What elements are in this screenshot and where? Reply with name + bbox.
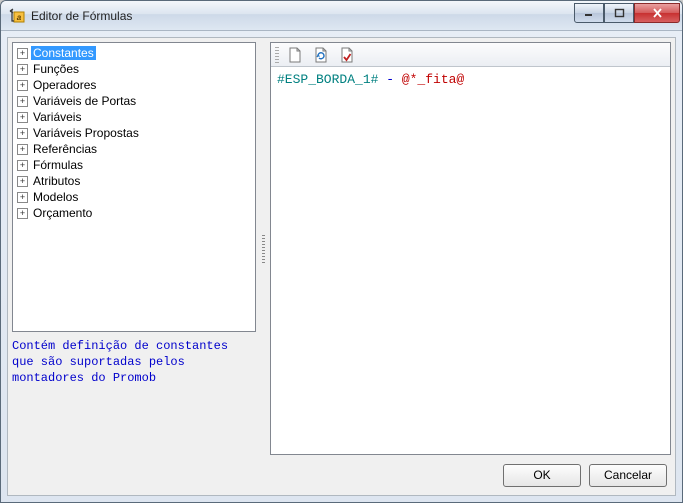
expand-icon[interactable]: + [17,144,28,155]
tree-item-label: Constantes [31,46,96,60]
editor-toolbar [271,43,670,67]
document-refresh-button[interactable] [311,45,331,65]
tree-item-label: Variáveis de Portas [31,94,138,108]
category-tree[interactable]: +Constantes+Funções+Operadores+Variáveis… [12,42,256,332]
expand-icon[interactable]: + [17,48,28,59]
formula-token: @*_fita@ [402,72,464,87]
formula-editor[interactable]: #ESP_BORDA_1# - @*_fita@ [271,67,670,454]
svg-text:a: a [17,13,22,22]
expand-icon[interactable]: + [17,176,28,187]
expand-icon[interactable]: + [17,160,28,171]
tree-item-label: Fórmulas [31,158,85,172]
close-button[interactable] [634,3,680,23]
expand-icon[interactable]: + [17,80,28,91]
expand-icon[interactable]: + [17,128,28,139]
window-title: Editor de Fórmulas [31,9,574,23]
splitter-grip-icon [262,235,265,263]
tree-item[interactable]: +Orçamento [17,205,251,221]
description-panel: Contém definição de constantes que são s… [12,336,256,455]
tree-item[interactable]: +Referências [17,141,251,157]
expand-icon[interactable]: + [17,96,28,107]
tree-item[interactable]: +Variáveis de Portas [17,93,251,109]
titlebar[interactable]: a Editor de Fórmulas [1,1,682,31]
dialog-buttons: OK Cancelar [12,455,671,491]
expand-icon[interactable]: + [17,64,28,75]
formula-token: #ESP_BORDA_1# [277,72,378,87]
expand-icon[interactable]: + [17,208,28,219]
formula-icon: a [9,8,25,24]
editor-panel: #ESP_BORDA_1# - @*_fita@ [270,42,671,455]
tree-item-label: Modelos [31,190,80,204]
tree-item[interactable]: +Variáveis [17,109,251,125]
expand-icon[interactable]: + [17,112,28,123]
tree-item-label: Orçamento [31,206,94,220]
tree-item-label: Funções [31,62,81,76]
tree-item-label: Atributos [31,174,82,188]
window-controls [574,3,680,23]
tree-item[interactable]: +Funções [17,61,251,77]
maximize-button[interactable] [604,3,634,23]
splitter[interactable] [260,42,266,455]
tree-item[interactable]: +Constantes [17,45,251,61]
formula-token: - [378,72,401,87]
editor-window: a Editor de Fórmulas +Constantes+Funções… [0,0,683,503]
left-panel: +Constantes+Funções+Operadores+Variáveis… [12,42,256,455]
tree-item[interactable]: +Variáveis Propostas [17,125,251,141]
tree-item[interactable]: +Fórmulas [17,157,251,173]
tree-item-label: Referências [31,142,99,156]
document-check-button[interactable] [337,45,357,65]
tree-item[interactable]: +Modelos [17,189,251,205]
expand-icon[interactable]: + [17,192,28,203]
tree-item-label: Variáveis Propostas [31,126,141,140]
tree-item-label: Operadores [31,78,98,92]
cancel-button[interactable]: Cancelar [589,464,667,487]
tree-item[interactable]: +Atributos [17,173,251,189]
tree-item[interactable]: +Operadores [17,77,251,93]
toolbar-grip-icon [275,47,279,63]
minimize-button[interactable] [574,3,604,23]
client-area: +Constantes+Funções+Operadores+Variáveis… [7,37,676,496]
ok-button[interactable]: OK [503,464,581,487]
new-document-button[interactable] [285,45,305,65]
tree-item-label: Variáveis [31,110,83,124]
content-row: +Constantes+Funções+Operadores+Variáveis… [12,42,671,455]
